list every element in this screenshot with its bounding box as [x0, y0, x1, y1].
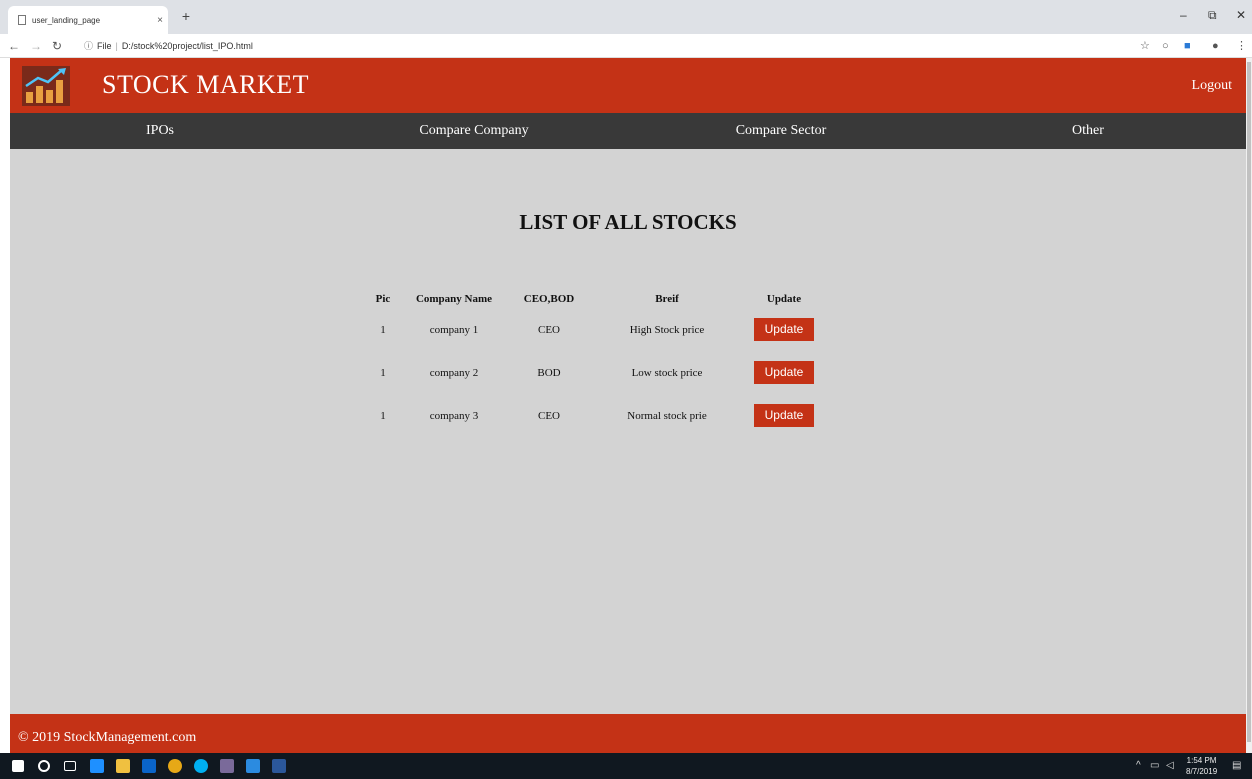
tab-title: user_landing_page: [32, 15, 101, 25]
url-scheme: File: [97, 41, 112, 51]
cell-role: CEO: [538, 323, 560, 336]
menu-dots-icon[interactable]: ⋮: [1236, 38, 1247, 54]
address-bar: ← → ↻ ⓘ File | D:/stock%20project/list_IPO.…: [0, 34, 1252, 58]
url-text: D:/stock%20project/list_IPO.html: [121, 41, 253, 51]
edge-icon[interactable]: [90, 759, 104, 773]
update-button[interactable]: Update: [754, 361, 814, 384]
windows-extension-icon[interactable]: ■: [1184, 38, 1191, 54]
bookmark-star-icon[interactable]: ☆: [1140, 38, 1150, 54]
windows-start-icon[interactable]: [12, 760, 24, 772]
search-icon[interactable]: [38, 760, 50, 772]
outlook-icon[interactable]: [142, 759, 156, 773]
vscode-icon[interactable]: [246, 759, 260, 773]
site-title: STOCK MARKET: [102, 70, 310, 99]
table-row: 1 company 3 CEO Normal stock prie Update: [368, 394, 822, 437]
nav-item-ipos[interactable]: IPOs: [146, 123, 174, 139]
close-window-button[interactable]: ✕: [1236, 8, 1246, 22]
table-row: 1 company 2 BOD Low stock price Update: [368, 351, 822, 394]
back-arrow-icon[interactable]: ←: [8, 38, 20, 54]
cell-company: company 1: [429, 323, 479, 336]
cell-pic: 1: [380, 323, 386, 336]
volume-icon[interactable]: ◁: [1166, 760, 1174, 771]
browser-tab[interactable]: user_landing_page ×: [8, 6, 168, 34]
scrollbar-thumb[interactable]: [1247, 62, 1251, 742]
chart-logo-icon: [22, 66, 70, 106]
nav-item-compare-sector[interactable]: Compare Sector: [736, 123, 827, 139]
browser-tab-bar: user_landing_page × + – ⧉ ✕: [0, 0, 1252, 34]
skype-icon[interactable]: [194, 759, 208, 773]
chrome-icon[interactable]: [168, 759, 182, 773]
system-clock[interactable]: 1:54 PM 8/7/2019: [1186, 755, 1217, 777]
new-tab-button[interactable]: +: [176, 6, 196, 26]
minimize-button[interactable]: –: [1180, 8, 1187, 22]
stocks-table: Pic Company Name CEO,BOD Breif Update 1 …: [368, 290, 822, 437]
extension-icon[interactable]: ○: [1162, 38, 1169, 54]
cell-role: CEO: [538, 409, 560, 422]
table-header-row: Pic Company Name CEO,BOD Breif Update: [368, 290, 822, 308]
profile-icon[interactable]: ●: [1212, 38, 1219, 54]
clock-time: 1:54 PM: [1186, 756, 1217, 765]
notification-icon[interactable]: ▤: [1232, 760, 1241, 771]
info-icon: ⓘ: [84, 41, 94, 51]
main-nav: IPOs Compare Company Compare Sector Othe…: [10, 113, 1246, 149]
reload-icon[interactable]: ↻: [52, 38, 62, 54]
network-icon[interactable]: ▭: [1150, 760, 1159, 771]
logout-link[interactable]: Logout: [1192, 78, 1232, 94]
maximize-button[interactable]: ⧉: [1208, 8, 1217, 23]
column-header-update: Update: [766, 293, 802, 305]
clock-date: 8/7/2019: [1186, 767, 1218, 776]
cell-brief: Normal stock prie: [627, 409, 707, 422]
cell-brief: High Stock price: [629, 323, 705, 336]
update-button[interactable]: Update: [754, 404, 814, 427]
file-explorer-icon[interactable]: [116, 759, 130, 773]
url-field[interactable]: ⓘ File | D:/stock%20project/list_IPO.html: [84, 37, 1124, 55]
column-header-ceo-bod: CEO,BOD: [523, 293, 575, 305]
column-header-company-name: Company Name: [415, 293, 493, 305]
cell-role: BOD: [537, 366, 561, 379]
tray-chevron-icon[interactable]: ^: [1136, 760, 1141, 771]
column-header-brief: Breif: [655, 293, 679, 305]
page-icon: [18, 15, 26, 25]
cell-pic: 1: [380, 409, 386, 422]
cell-brief: Low stock price: [631, 366, 703, 379]
column-header-pic: Pic: [375, 293, 391, 305]
cell-pic: 1: [380, 366, 386, 379]
update-button[interactable]: Update: [754, 318, 814, 341]
cell-action: Update: [746, 394, 822, 437]
site-header: STOCK MARKET Logout: [10, 58, 1246, 113]
cell-company: company 3: [429, 409, 479, 422]
task-view-icon[interactable]: [64, 761, 76, 771]
nav-item-other[interactable]: Other: [1072, 123, 1104, 139]
word-icon[interactable]: [272, 759, 286, 773]
cell-action: Update: [746, 308, 822, 351]
url-separator: |: [115, 41, 118, 51]
table-row: 1 company 1 CEO High Stock price Update: [368, 308, 822, 351]
app-icon[interactable]: [220, 759, 234, 773]
site-footer: © 2019 StockManagement.com: [10, 714, 1246, 753]
cell-action: Update: [746, 351, 822, 394]
forward-arrow-icon[interactable]: →: [30, 38, 42, 54]
vertical-scrollbar[interactable]: [1246, 58, 1252, 753]
taskbar: ^ ▭ ◁ 1:54 PM 8/7/2019 ▤: [0, 753, 1252, 779]
nav-item-compare-company[interactable]: Compare Company: [419, 123, 528, 139]
tab-close-icon[interactable]: ×: [152, 15, 168, 26]
cell-company: company 2: [429, 366, 479, 379]
page-title: LIST OF ALL STOCKS: [519, 210, 737, 234]
copyright-text: © 2019 StockManagement.com: [18, 730, 197, 745]
page-viewport: STOCK MARKET Logout IPOs Compare Company…: [10, 58, 1246, 753]
